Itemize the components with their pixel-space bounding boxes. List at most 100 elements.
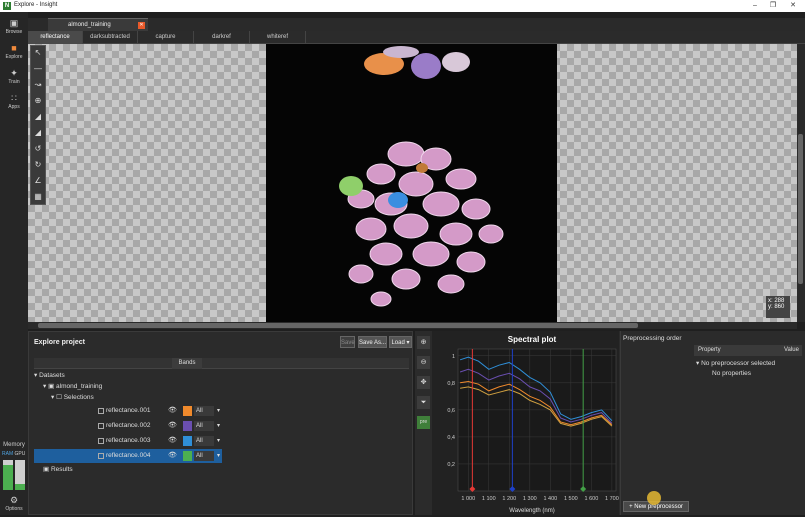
x-tick-label: 1 600 xyxy=(584,496,598,502)
property-column-header: Property xyxy=(698,347,721,353)
bands-select[interactable]: All xyxy=(194,436,214,446)
hyperspectral-image[interactable] xyxy=(266,44,557,322)
apps-grid-icon: ∷ xyxy=(11,93,17,103)
properties-panel: Property Value ▾ No preprocessor selecte… xyxy=(692,331,805,515)
selection-row[interactable]: reflectance.003 👁 All ▾ xyxy=(34,434,222,448)
row-checkbox[interactable] xyxy=(98,438,104,444)
tab-darksubtracted[interactable]: darksubtracted xyxy=(83,31,138,44)
y-tick-label: 1 xyxy=(452,354,455,360)
chevron-down-icon[interactable]: ▾ xyxy=(217,449,220,463)
selection-color-swatch[interactable] xyxy=(183,406,192,416)
row-checkbox[interactable] xyxy=(98,423,104,429)
no-selection-label: No preprocessor selected xyxy=(701,360,776,367)
save-as-button[interactable]: Save As... xyxy=(358,336,387,348)
ram-bar xyxy=(3,460,13,490)
maximize-button[interactable]: ❐ xyxy=(763,0,783,12)
chart-title: Spectral plot xyxy=(508,335,557,344)
chevron-down-icon[interactable]: ▾ xyxy=(217,419,220,433)
flip-tool-icon[interactable]: ◢ xyxy=(32,111,44,123)
selection-row-selected[interactable]: reflectance.004 👁 All ▾ xyxy=(34,449,222,463)
preprocessing-title: Preprocessing order xyxy=(623,335,682,342)
memory-label: Memory xyxy=(3,442,25,448)
chevron-down-icon[interactable]: ▾ xyxy=(217,434,220,448)
selection-row[interactable]: reflectance.001 👁 All ▾ xyxy=(34,404,222,418)
tab-whiteref[interactable]: whiteref xyxy=(250,31,306,44)
tree-label: Datasets xyxy=(39,372,65,379)
sidebar-item-explore[interactable]: ■ Explore xyxy=(0,40,28,64)
y-tick-label: 0,4 xyxy=(447,435,455,441)
eye-icon[interactable]: 👁 xyxy=(168,449,177,463)
tab-darkref[interactable]: darkref xyxy=(194,31,250,44)
chevron-down-icon[interactable]: ▾ xyxy=(217,404,220,418)
image-viewport[interactable]: x: 288 y: 860 xyxy=(28,44,805,322)
load-label: Load xyxy=(391,340,405,346)
pre-toggle[interactable]: pre xyxy=(417,416,430,429)
tab-capture[interactable]: capture xyxy=(138,31,194,44)
gpu-bar xyxy=(15,460,25,490)
plot-area xyxy=(457,348,617,492)
close-button[interactable]: ✕ xyxy=(783,0,803,12)
horizontal-scrollbar[interactable] xyxy=(28,322,797,329)
memory-bars xyxy=(3,460,27,490)
selection-color-swatch[interactable] xyxy=(183,436,192,446)
column-header: Bands xyxy=(34,358,409,369)
tree-results[interactable]: ▣ Results xyxy=(43,464,73,476)
row-checkbox[interactable] xyxy=(98,408,104,414)
sidebar-item-train[interactable]: ✦ Train xyxy=(0,65,28,89)
bands-select[interactable]: All xyxy=(194,421,214,431)
sidebar-item-label: Apps xyxy=(8,104,20,110)
selection-color-swatch[interactable] xyxy=(183,421,192,431)
load-button[interactable]: Load ▾ xyxy=(389,336,412,348)
sidebar-item-label: Browse xyxy=(5,29,23,35)
selection-label: reflectance.002 xyxy=(106,422,151,429)
pointer-tool-icon[interactable]: ↖ xyxy=(32,47,44,59)
eye-icon[interactable]: 👁 xyxy=(168,419,177,433)
spectral-chart: Spectral plot Wavelength (nm) 0,2 0,4 0,6 0… xyxy=(447,335,618,514)
measure-tool-icon[interactable]: ∠ xyxy=(32,175,44,187)
window-title: Explore - Insight xyxy=(14,2,58,8)
rotate-right-icon[interactable]: ↻ xyxy=(32,159,44,171)
minimize-button[interactable]: – xyxy=(745,0,765,12)
tab-almond-training[interactable]: almond_training ✕ xyxy=(48,18,148,31)
sidebar-item-label: Explore xyxy=(5,54,23,60)
line-tool-icon[interactable]: — xyxy=(32,63,44,75)
tree-label: almond_training xyxy=(56,383,103,390)
zoom-in-icon[interactable]: ⊕ xyxy=(417,336,430,349)
bands-select[interactable]: All xyxy=(194,451,214,461)
eye-icon[interactable]: 👁 xyxy=(168,434,177,448)
close-tab-icon[interactable]: ✕ xyxy=(138,22,145,29)
selection-row[interactable]: reflectance.002 👁 All ▾ xyxy=(34,419,222,433)
row-checkbox[interactable] xyxy=(98,453,104,459)
options-label: Options xyxy=(5,506,23,512)
zoom-tool-icon[interactable]: ⊕ xyxy=(32,95,44,107)
tree-selections[interactable]: ▾ ☐ Selections xyxy=(51,392,94,404)
filter-icon[interactable]: ⏷ xyxy=(417,396,430,409)
x-tick-label: 1 400 xyxy=(543,496,557,502)
selection-color-swatch[interactable] xyxy=(183,451,192,461)
tree-label: Selections xyxy=(63,394,94,401)
grid-tool-icon[interactable]: ▦ xyxy=(32,191,44,203)
spectral-plot[interactable]: Spectral plot Wavelength (nm) 0,2 0,4 0,6 0… xyxy=(432,331,619,515)
vertical-scrollbar[interactable] xyxy=(797,44,805,322)
sidebar-item-browse[interactable]: ▣ Browse xyxy=(0,15,28,39)
eye-icon[interactable]: 👁 xyxy=(168,404,177,418)
save-button[interactable]: Save xyxy=(340,336,355,348)
rotate-left-icon[interactable]: ↺ xyxy=(32,143,44,155)
freehand-tool-icon[interactable]: ↝ xyxy=(32,79,44,91)
pan-icon[interactable]: ✥ xyxy=(417,376,430,389)
bands-select[interactable]: All xyxy=(194,406,214,416)
tab-reflectance[interactable]: reflectance xyxy=(28,31,83,44)
gear-icon: ⚙ xyxy=(9,495,19,505)
tree-label: Results xyxy=(50,466,73,473)
tool-palette: ↖ — ↝ ⊕ ◢ ◢ ↺ ↻ ∠ ▦ xyxy=(30,45,46,205)
tab-label: almond_training xyxy=(68,22,111,28)
options-button[interactable]: ⚙ Options xyxy=(0,492,28,516)
zoom-out-icon[interactable]: ⊖ xyxy=(417,356,430,369)
sidebar-item-apps[interactable]: ∷ Apps xyxy=(0,90,28,114)
app-logo-icon: N xyxy=(3,2,11,10)
train-icon: ✦ xyxy=(10,68,18,78)
selection-label: reflectance.003 xyxy=(106,437,151,444)
wedge-tool-icon[interactable]: ◢ xyxy=(32,127,44,139)
value-column-header: Value xyxy=(784,347,799,353)
spectral-toolbar: ⊕ ⊖ ✥ ⏷ pre xyxy=(417,336,431,436)
